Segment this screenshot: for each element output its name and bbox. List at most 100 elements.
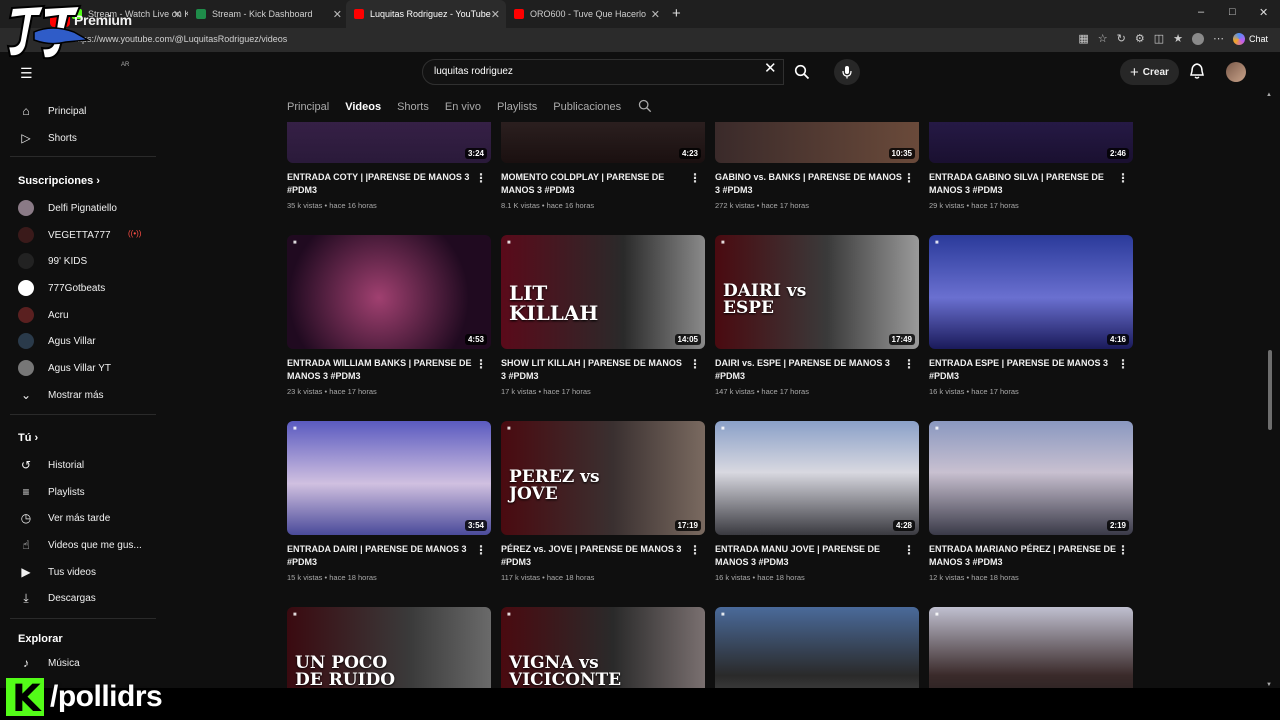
video-card[interactable]: ■10:35 GABINO vs. BANKS | PARENSE DE MANO… — [715, 122, 919, 210]
sidebar-item[interactable]: ⌂ Principal — [18, 102, 86, 120]
video-card[interactable]: ■ PEREZ vs JOVE 17:19 PÉREZ vs. JOVE | PARE… — [501, 421, 705, 582]
video-title[interactable]: ENTRADA MARIANO PÉREZ | PARENSE DE MANOS… — [929, 543, 1117, 569]
video-card[interactable]: ■2:46 ENTRADA GABINO SILVA | PARENSE DE M… — [929, 122, 1133, 210]
more-options-icon[interactable]: ⋮ — [1117, 543, 1129, 557]
page-scrollbar[interactable]: ▲ ▼ — [1266, 92, 1274, 688]
menu-dots-icon[interactable]: ⋯ — [1213, 32, 1224, 45]
video-thumbnail[interactable]: ■ PEREZ vs JOVE 17:19 — [501, 421, 705, 535]
video-thumbnail[interactable]: ■ — [715, 607, 919, 688]
video-title[interactable]: SHOW LIT KILLAH | PARENSE DE MANOS 3 #PD… — [501, 357, 689, 383]
sidebar-item[interactable]: 777Gotbeats — [18, 279, 105, 297]
search-input[interactable] — [434, 66, 744, 77]
close-window-icon[interactable]: ✕ — [1259, 6, 1268, 19]
more-options-icon[interactable]: ⋮ — [1117, 357, 1129, 371]
sidebar-item[interactable]: Agus Villar — [18, 332, 96, 350]
sidebar-item[interactable]: Delfi Pignatiello — [18, 199, 117, 217]
video-thumbnail[interactable]: ■ 3:54 — [287, 421, 491, 535]
tab-principal[interactable]: Principal — [287, 101, 329, 113]
sidebar-item[interactable]: VEGETTA777 — [18, 226, 111, 244]
video-title[interactable]: ENTRADA DAIRI | PARENSE DE MANOS 3 #PDM3 — [287, 543, 475, 569]
video-card[interactable]: ■ — [715, 607, 919, 688]
tab-publicaciones[interactable]: Publicaciones — [553, 101, 621, 113]
tab-videos[interactable]: Videos — [345, 101, 381, 113]
video-title[interactable]: ENTRADA MANU JOVE | PARENSE DE MANOS 3 #… — [715, 543, 903, 569]
new-tab-icon[interactable]: + — [672, 5, 681, 22]
video-thumbnail[interactable]: ■ 4:16 — [929, 235, 1133, 349]
close-tab-icon[interactable]: ✕ — [173, 8, 182, 21]
apps-icon[interactable]: ▦ — [1078, 32, 1088, 45]
video-title[interactable]: ENTRADA COTY | |PARENSE DE MANOS 3 #PDM3 — [287, 171, 475, 197]
profile-icon[interactable] — [1191, 32, 1204, 45]
close-tab-icon[interactable]: ✕ — [651, 8, 660, 21]
more-options-icon[interactable]: ⋮ — [1117, 171, 1129, 185]
you-heading[interactable]: Tú › — [18, 432, 38, 444]
video-thumbnail[interactable]: ■ DAIRI vs ESPE 17:49 — [715, 235, 919, 349]
account-avatar[interactable] — [1226, 62, 1246, 82]
video-thumbnail[interactable]: ■ LIT KILLAH 14:05 — [501, 235, 705, 349]
more-options-icon[interactable]: ⋮ — [689, 171, 701, 185]
video-card[interactable]: ■3:24 ENTRADA COTY | |PARENSE DE MANOS 3 … — [287, 122, 491, 210]
sidebar-item[interactable]: Acru — [18, 306, 69, 324]
show-more-button[interactable]: ⌄ Mostrar más — [18, 386, 104, 404]
video-card[interactable]: ■ LIT KILLAH 14:05 SHOW LIT KILLAH | PARENS… — [501, 235, 705, 396]
video-thumbnail[interactable]: ■ — [929, 607, 1133, 688]
scroll-up-arrow-icon[interactable]: ▲ — [1266, 92, 1272, 98]
browser-tab[interactable]: Stream - Kick Dashboard ✕ — [188, 0, 348, 28]
clear-search-icon[interactable]: ✕ — [764, 59, 777, 77]
video-card[interactable]: ■ — [929, 607, 1133, 688]
video-card[interactable]: ■ 4:16 ENTRADA ESPE | PARENSE DE MANOS 3 #… — [929, 235, 1133, 396]
video-card[interactable]: ■ DAIRI vs ESPE 17:49 DAIRI vs. ESPE | PARE… — [715, 235, 919, 396]
menu-hamburger-icon[interactable]: ☰ — [20, 65, 33, 82]
video-thumbnail[interactable]: ■ UN POCO DE RUIDO — [287, 607, 491, 688]
more-options-icon[interactable]: ⋮ — [903, 357, 915, 371]
more-options-icon[interactable]: ⋮ — [475, 357, 487, 371]
video-title[interactable]: MOMENTO COLDPLAY | PARENSE DE MANOS 3 #P… — [501, 171, 689, 197]
sidebar-item[interactable]: ♪ Música — [18, 654, 80, 672]
video-title[interactable]: DAIRI vs. ESPE | PARENSE DE MANOS 3 #PDM… — [715, 357, 903, 383]
video-title[interactable]: ENTRADA WILLIAM BANKS | PARENSE DE MANOS… — [287, 357, 475, 383]
more-options-icon[interactable]: ⋮ — [689, 357, 701, 371]
sidebar-item[interactable]: 99' KIDS — [18, 252, 87, 270]
more-options-icon[interactable]: ⋮ — [689, 543, 701, 557]
video-thumbnail[interactable]: ■ 4:28 — [715, 421, 919, 535]
browser-tab[interactable]: Luquitas Rodriguez - YouTube ✕ — [346, 0, 506, 28]
browser-tab[interactable]: ORO600 - Tuve Que Hacerlo ✕ — [506, 0, 666, 28]
video-card[interactable]: ■4:23 MOMENTO COLDPLAY | PARENSE DE MANOS… — [501, 122, 705, 210]
close-tab-icon[interactable]: ✕ — [491, 8, 500, 21]
favorites-bar-icon[interactable]: ★ — [1173, 32, 1183, 45]
split-screen-icon[interactable]: ◫ — [1154, 32, 1164, 45]
video-thumbnail[interactable]: ■3:24 — [287, 122, 491, 163]
tab-shorts[interactable]: Shorts — [397, 101, 429, 113]
video-card[interactable]: ■ 2:19 ENTRADA MARIANO PÉREZ | PARENSE DE … — [929, 421, 1133, 582]
maximize-icon[interactable]: □ — [1229, 6, 1236, 18]
video-thumbnail[interactable]: ■2:46 — [929, 122, 1133, 163]
more-options-icon[interactable]: ⋮ — [903, 543, 915, 557]
copilot-chat-button[interactable]: Chat — [1232, 32, 1268, 45]
video-thumbnail[interactable]: ■10:35 — [715, 122, 919, 163]
sidebar-item[interactable]: ☝ Videos que me gus... — [18, 536, 141, 554]
video-thumbnail[interactable]: ■ VIGNA vs VICICONTE — [501, 607, 705, 688]
create-button[interactable]: + Crear — [1120, 59, 1179, 85]
favorite-icon[interactable]: ☆ — [1098, 32, 1108, 45]
video-card[interactable]: ■ 4:53 ENTRADA WILLIAM BANKS | PARENSE DE … — [287, 235, 491, 396]
sidebar-item[interactable]: ▶ Tus videos — [18, 563, 96, 581]
refresh-icon[interactable]: ↻ — [1117, 32, 1126, 45]
video-card[interactable]: ■ 4:28 ENTRADA MANU JOVE | PARENSE DE MANO… — [715, 421, 919, 582]
video-title[interactable]: PÉREZ vs. JOVE | PARENSE DE MANOS 3 #PDM… — [501, 543, 689, 569]
video-title[interactable]: ENTRADA GABINO SILVA | PARENSE DE MANOS … — [929, 171, 1117, 197]
more-options-icon[interactable]: ⋮ — [475, 543, 487, 557]
close-tab-icon[interactable]: ✕ — [333, 8, 342, 21]
video-title[interactable]: ENTRADA ESPE | PARENSE DE MANOS 3 #PDM3 — [929, 357, 1117, 383]
sidebar-item[interactable]: ⤓ Descargas — [18, 589, 95, 607]
sidebar-item[interactable]: ≡ Playlists — [18, 483, 84, 501]
sidebar-item[interactable]: ▷ Shorts — [18, 129, 77, 147]
video-card[interactable]: ■ VIGNA vs VICICONTE — [501, 607, 705, 688]
video-thumbnail[interactable]: ■4:23 — [501, 122, 705, 163]
minimize-icon[interactable]: – — [1198, 6, 1204, 18]
more-options-icon[interactable]: ⋮ — [475, 171, 487, 185]
video-card[interactable]: ■ 3:54 ENTRADA DAIRI | PARENSE DE MANOS 3 … — [287, 421, 491, 582]
video-title[interactable]: GABINO vs. BANKS | PARENSE DE MANOS 3 #P… — [715, 171, 903, 197]
more-options-icon[interactable]: ⋮ — [903, 171, 915, 185]
video-thumbnail[interactable]: ■ 4:53 — [287, 235, 491, 349]
video-thumbnail[interactable]: ■ 2:19 — [929, 421, 1133, 535]
